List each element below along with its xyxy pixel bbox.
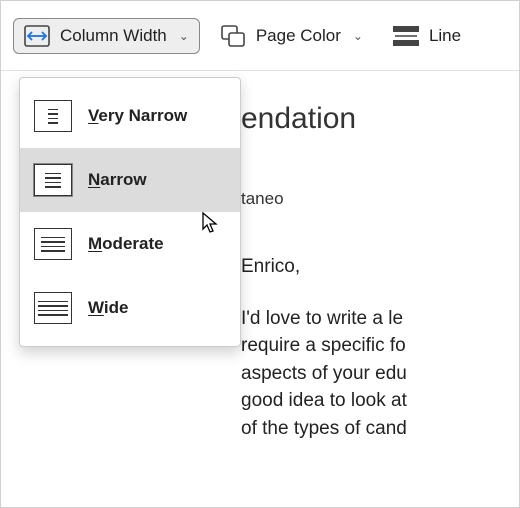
line-focus-icon	[393, 25, 419, 47]
toolbar: Column Width ⌄ Page Color ⌄ Line	[1, 1, 519, 71]
wide-icon	[34, 292, 72, 324]
document-body-line: aspects of your edu	[241, 360, 519, 388]
column-width-label: Column Width	[60, 26, 167, 46]
chevron-down-icon: ⌄	[353, 29, 363, 43]
page-color-label: Page Color	[256, 26, 341, 46]
column-width-dropdown: Very Narrow Narrow Moderate Wide	[19, 77, 241, 347]
line-focus-button[interactable]: Line	[383, 19, 471, 53]
document-area: endation taneo Enrico, I'd love to write…	[241, 97, 519, 442]
document-body-line: require a specific fo	[241, 332, 519, 360]
document-author: taneo	[241, 187, 519, 212]
dropdown-item-moderate[interactable]: Moderate	[20, 212, 240, 276]
dropdown-item-label: Wide	[88, 298, 128, 318]
page-color-icon	[220, 25, 246, 47]
document-body-line: of the types of cand	[241, 415, 519, 443]
dropdown-item-label: Very Narrow	[88, 106, 187, 126]
narrow-icon	[34, 164, 72, 196]
dropdown-item-label: Moderate	[88, 234, 164, 254]
page-color-button[interactable]: Page Color ⌄	[210, 19, 373, 53]
column-width-button[interactable]: Column Width ⌄	[13, 18, 200, 54]
chevron-down-icon: ⌄	[179, 29, 189, 43]
dropdown-item-wide[interactable]: Wide	[20, 276, 240, 340]
column-width-icon	[24, 25, 50, 47]
document-greeting: Enrico,	[241, 253, 519, 281]
dropdown-item-label: Narrow	[88, 170, 147, 190]
document-body-line: good idea to look at	[241, 387, 519, 415]
moderate-icon	[34, 228, 72, 260]
document-title: endation	[241, 97, 519, 141]
dropdown-item-very-narrow[interactable]: Very Narrow	[20, 84, 240, 148]
dropdown-item-narrow[interactable]: Narrow	[20, 148, 240, 212]
line-focus-label: Line	[429, 26, 461, 46]
very-narrow-icon	[34, 100, 72, 132]
document-body-line: I'd love to write a le	[241, 305, 519, 333]
